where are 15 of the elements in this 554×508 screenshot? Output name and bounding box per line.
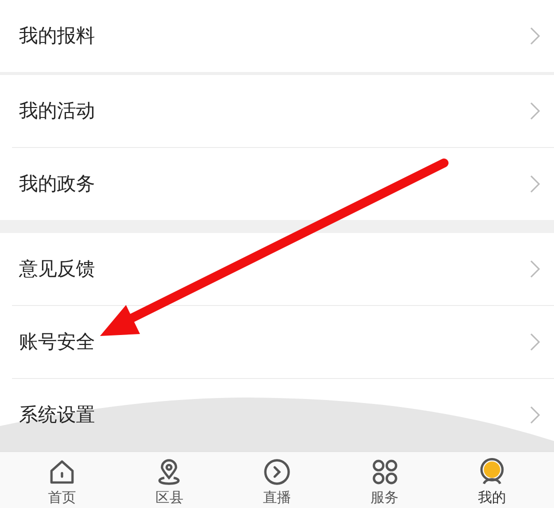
- tab[interactable]: 直播: [242, 452, 312, 508]
- chevron-right-icon: [530, 260, 540, 278]
- tab[interactable]: 首页: [26, 452, 97, 508]
- chevron-right-icon: [530, 175, 540, 193]
- circle-chevron-icon: [262, 458, 291, 486]
- home-icon: [48, 458, 76, 486]
- tab[interactable]: 区县: [134, 452, 204, 508]
- four-circles-icon: [370, 458, 399, 486]
- chevron-right-icon: [530, 102, 540, 120]
- tab[interactable]: 服务: [350, 452, 420, 508]
- avatar-icon: [478, 458, 506, 486]
- chevron-right-icon: [530, 406, 540, 424]
- tab[interactable]: 我的: [457, 452, 528, 508]
- chevron-right-icon: [530, 333, 540, 351]
- chevron-right-icon: [530, 27, 540, 45]
